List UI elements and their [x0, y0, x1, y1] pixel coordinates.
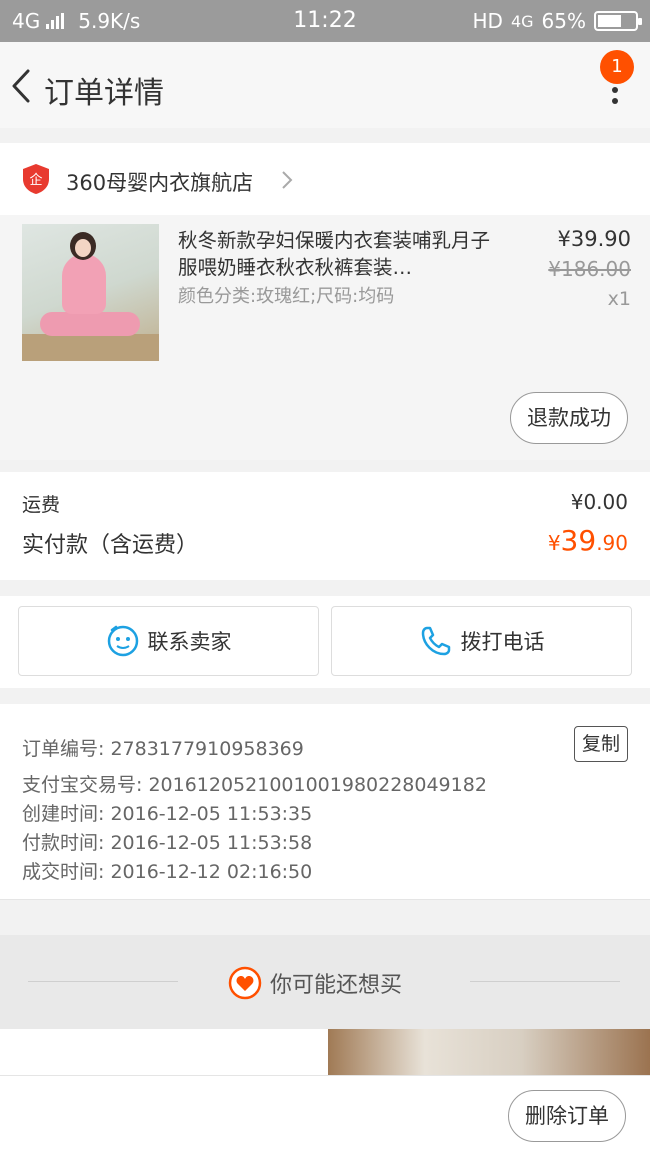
page-title: 订单详情	[44, 76, 164, 111]
recommendation-strip	[0, 1029, 650, 1075]
phone-icon	[421, 626, 450, 656]
product-title: 秋冬新款孕妇保暖内衣套装哺乳月子服喂奶睡衣秋衣秋裤套装…	[178, 229, 491, 279]
battery-percent: 65%	[541, 9, 586, 33]
copy-button[interactable]: 复制	[574, 726, 628, 762]
total-label: 实付款（含运费）	[22, 533, 199, 558]
product-image	[22, 224, 159, 361]
svg-text:企: 企	[29, 172, 42, 188]
order-number: 订单编号: 2783177910958369	[22, 738, 304, 760]
status-bar: 4G 5.9K/s 11:22 HD 4G 65%	[0, 0, 650, 42]
bottom-action-bar: 删除订单	[0, 1075, 650, 1155]
product-price: ¥39.90	[557, 227, 631, 251]
chat-bubble-icon	[107, 625, 138, 657]
chevron-left-icon[interactable]	[8, 66, 38, 106]
chevron-right-icon	[282, 171, 293, 189]
hd-label: HD	[472, 9, 503, 33]
total-currency: ¥	[547, 531, 561, 555]
total-value: ¥39.90	[548, 524, 628, 557]
recommendation-image[interactable]	[328, 1029, 650, 1075]
notification-badge: 1	[600, 50, 634, 84]
product-sku: 颜色分类:玫瑰红;尺码:均码	[178, 286, 395, 307]
delete-order-button[interactable]: 删除订单	[508, 1090, 626, 1142]
recommendations-header: 你可能还想买	[0, 935, 650, 1029]
status-right: HD 4G 65%	[472, 9, 642, 33]
heart-icon	[228, 966, 262, 1000]
contact-seller-label: 联系卖家	[147, 630, 232, 654]
contact-actions: 联系卖家 拨打电话	[0, 596, 650, 688]
alipay-trade-number: 支付宝交易号: 2016120521001001980228049182	[22, 774, 487, 796]
refund-status-button[interactable]: 退款成功	[510, 392, 628, 444]
contact-seller-button[interactable]: 联系卖家	[18, 606, 319, 676]
divider-left	[28, 981, 178, 982]
recommendations-label: 你可能还想买	[270, 973, 403, 998]
order-info-section: 订单编号: 2783177910958369 支付宝交易号: 201612052…	[0, 704, 650, 900]
call-phone-label: 拨打电话	[460, 630, 545, 654]
completed-time: 成交时间: 2016-12-12 02:16:50	[22, 861, 313, 883]
divider-right	[470, 981, 620, 982]
paid-time: 付款时间: 2016-12-05 11:53:58	[22, 832, 313, 854]
product-item[interactable]: 秋冬新款孕妇保暖内衣套装哺乳月子服喂奶睡衣秋衣秋裤套装… 颜色分类:玫瑰红;尺码…	[0, 215, 650, 460]
network-right-label: 4G	[510, 11, 534, 31]
shield-enterprise-icon: 企	[23, 164, 49, 194]
nav-bar: 订单详情 1	[0, 42, 650, 128]
call-phone-button[interactable]: 拨打电话	[331, 606, 632, 676]
fees-section: 运费 ¥0.00 实付款（含运费） ¥39.90	[0, 472, 650, 580]
total-decimal: .90	[596, 531, 628, 555]
store-row[interactable]: 企 360母婴内衣旗航店	[0, 143, 650, 215]
product-quantity: x1	[607, 288, 631, 310]
created-time: 创建时间: 2016-12-05 11:53:35	[22, 803, 313, 825]
total-integer: 39	[560, 524, 597, 557]
shipping-value: ¥0.00	[570, 490, 628, 514]
product-original-price: ¥186.00	[548, 257, 631, 281]
store-name: 360母婴内衣旗航店	[66, 171, 254, 195]
battery-icon	[594, 11, 642, 31]
shipping-label: 运费	[22, 494, 61, 516]
